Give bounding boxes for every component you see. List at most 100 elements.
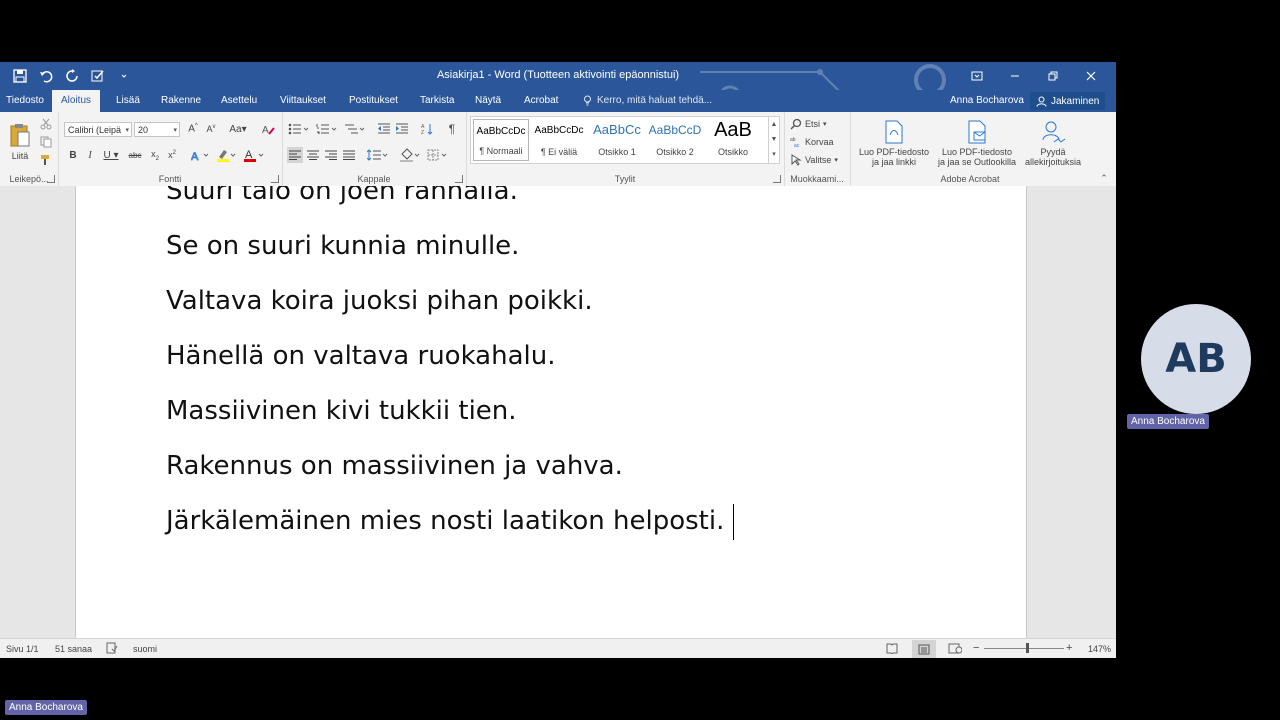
- restore-icon: [1048, 71, 1058, 81]
- replace-button[interactable]: ab ac Korvaa: [790, 134, 846, 150]
- font-launcher-button[interactable]: [271, 175, 279, 183]
- highlight-button[interactable]: [215, 147, 239, 163]
- document-line[interactable]: Valtava koira juoksi pihan poikki.: [166, 286, 593, 316]
- print-layout-button[interactable]: [912, 640, 936, 658]
- clipboard-launcher-button[interactable]: [47, 175, 55, 183]
- show-formatting-marks-button[interactable]: ¶: [444, 121, 460, 137]
- restore-button[interactable]: [1034, 62, 1072, 90]
- minimize-button[interactable]: [996, 62, 1034, 90]
- style-normal[interactable]: AaBbCcDc ¶ Normaali: [473, 119, 529, 161]
- increase-indent-button[interactable]: [394, 121, 410, 137]
- clear-formatting-button[interactable]: A: [260, 121, 276, 137]
- tab-home[interactable]: Aloitus: [52, 90, 101, 112]
- zoom-level[interactable]: 147%: [1088, 644, 1111, 654]
- language[interactable]: suomi: [133, 644, 157, 654]
- styles-gallery: AaBbCcDc ¶ Normaali AaBbCcDc ¶ Ei väliä …: [470, 116, 780, 164]
- multilevel-list-button[interactable]: [342, 121, 368, 137]
- tab-references[interactable]: Viittaukset: [280, 95, 326, 106]
- shrink-font-icon: Av: [206, 124, 216, 134]
- tab-view[interactable]: Näytä: [475, 95, 501, 106]
- align-center-button[interactable]: [305, 147, 321, 163]
- justify-button[interactable]: [341, 147, 357, 163]
- format-painter-button[interactable]: [38, 152, 54, 168]
- numbering-button[interactable]: [314, 121, 340, 137]
- style-heading-1[interactable]: AaBbCc Otsikko 1: [589, 119, 645, 161]
- zoom-out-button[interactable]: −: [973, 642, 979, 654]
- proofing-button[interactable]: [106, 642, 118, 656]
- decrease-indent-button[interactable]: [376, 121, 392, 137]
- zoom-slider-track[interactable]: [984, 648, 1064, 649]
- word-count[interactable]: 51 sanaa: [55, 644, 92, 654]
- justify-icon: [343, 150, 355, 160]
- find-button[interactable]: Etsi ▾: [790, 116, 846, 132]
- document-line[interactable]: Järkälemäinen mies nosti laatikon helpos…: [166, 506, 724, 536]
- create-pdf-link-button[interactable]: Luo PDF-tiedosto ja jaa linkki: [854, 118, 934, 168]
- style-title[interactable]: AaB Otsikko: [705, 119, 761, 161]
- request-signatures-button[interactable]: Pyydä allekirjoituksia: [1020, 118, 1086, 168]
- shrink-font-button[interactable]: Av: [203, 121, 219, 137]
- style-no-spacing[interactable]: AaBbCcDc ¶ Ei väliä: [531, 119, 587, 161]
- chevron-up-icon[interactable]: ▲: [769, 117, 779, 132]
- clipboard-group: Liitä Leikepö...: [0, 112, 59, 186]
- create-pdf-outlook-button[interactable]: Luo PDF-tiedosto ja jaa se Outlookilla: [934, 118, 1020, 168]
- select-button[interactable]: Valitse ▾: [790, 152, 846, 168]
- tab-file[interactable]: Tiedosto: [6, 95, 44, 106]
- ribbon-display-options-button[interactable]: [958, 62, 996, 90]
- styles-launcher-button[interactable]: [773, 175, 781, 183]
- paste-icon: [10, 124, 30, 147]
- shading-button[interactable]: [399, 147, 423, 163]
- font-color-button[interactable]: A: [243, 147, 267, 163]
- paste-button[interactable]: Liitä: [6, 116, 34, 168]
- tab-review[interactable]: Tarkista: [420, 95, 454, 106]
- svg-text:Z: Z: [421, 130, 424, 135]
- document-line[interactable]: Massiivinen kivi tukkii tien.: [166, 396, 517, 426]
- web-layout-button[interactable]: [948, 643, 963, 656]
- font-size-combo[interactable]: 20 ▾: [134, 122, 180, 137]
- tab-design[interactable]: Rakenne: [161, 95, 201, 106]
- zoom-slider-thumb[interactable]: [1026, 643, 1029, 653]
- subscript-button[interactable]: x2: [147, 147, 163, 163]
- change-case-button[interactable]: Aa▾: [226, 121, 250, 137]
- align-left-button[interactable]: [287, 147, 303, 163]
- document-line[interactable]: Suuri talo on joen rannalla.: [166, 186, 518, 206]
- paragraph-launcher-button[interactable]: [455, 175, 463, 183]
- document-line[interactable]: Se on suuri kunnia minulle.: [166, 231, 519, 261]
- close-button[interactable]: [1072, 62, 1110, 90]
- cut-button[interactable]: [38, 116, 54, 132]
- style-heading-2[interactable]: AaBbCcD Otsikko 2: [647, 119, 703, 161]
- share-button[interactable]: Jakaminen: [1030, 92, 1106, 110]
- tab-acrobat[interactable]: Acrobat: [524, 95, 558, 106]
- tab-mailings[interactable]: Postitukset: [349, 95, 398, 106]
- styles-scroll[interactable]: ▲ ▼ ▾: [768, 117, 779, 163]
- account-name[interactable]: Anna Bocharova: [950, 95, 1024, 106]
- strikethrough-button[interactable]: abc: [126, 147, 144, 163]
- text-effects-button[interactable]: A: [190, 147, 212, 163]
- line-spacing-button[interactable]: [366, 147, 390, 163]
- tab-layout[interactable]: Asettelu: [221, 95, 257, 106]
- tell-me-search[interactable]: Kerro, mitä haluat tehdä...: [582, 95, 712, 106]
- bullets-button[interactable]: [286, 121, 312, 137]
- underline-button[interactable]: U ▾: [100, 147, 122, 163]
- borders-button[interactable]: [426, 147, 450, 163]
- zoom-in-button[interactable]: +: [1066, 642, 1072, 654]
- page-count[interactable]: Sivu 1/1: [6, 644, 39, 654]
- more-styles-icon[interactable]: ▾: [769, 147, 779, 162]
- collapse-ribbon-button[interactable]: ⌃: [1098, 172, 1110, 184]
- font-group-label: Fontti: [158, 174, 182, 184]
- document-page[interactable]: Suuri talo on joen rannalla. Se on suuri…: [75, 186, 1027, 638]
- read-mode-button[interactable]: [886, 643, 898, 656]
- chevron-down-icon[interactable]: ▼: [769, 132, 779, 147]
- bullet-list-icon: [288, 123, 309, 135]
- tab-insert[interactable]: Lisää: [116, 95, 140, 106]
- document-line[interactable]: Hänellä on valtava ruokahalu.: [166, 341, 556, 371]
- document-line[interactable]: Rakennus on massiivinen ja vahva.: [166, 451, 623, 481]
- superscript-button[interactable]: x2: [164, 147, 180, 163]
- copy-button[interactable]: [38, 134, 54, 150]
- sort-button[interactable]: AZ: [419, 121, 435, 137]
- align-right-button[interactable]: [323, 147, 339, 163]
- bold-button[interactable]: B: [66, 147, 80, 163]
- editing-group-label: Muokkaami...: [790, 174, 844, 184]
- grow-font-button[interactable]: A^: [185, 121, 201, 137]
- font-name-combo[interactable]: Calibri (Leipä ▾: [64, 122, 132, 137]
- italic-button[interactable]: I: [83, 147, 97, 163]
